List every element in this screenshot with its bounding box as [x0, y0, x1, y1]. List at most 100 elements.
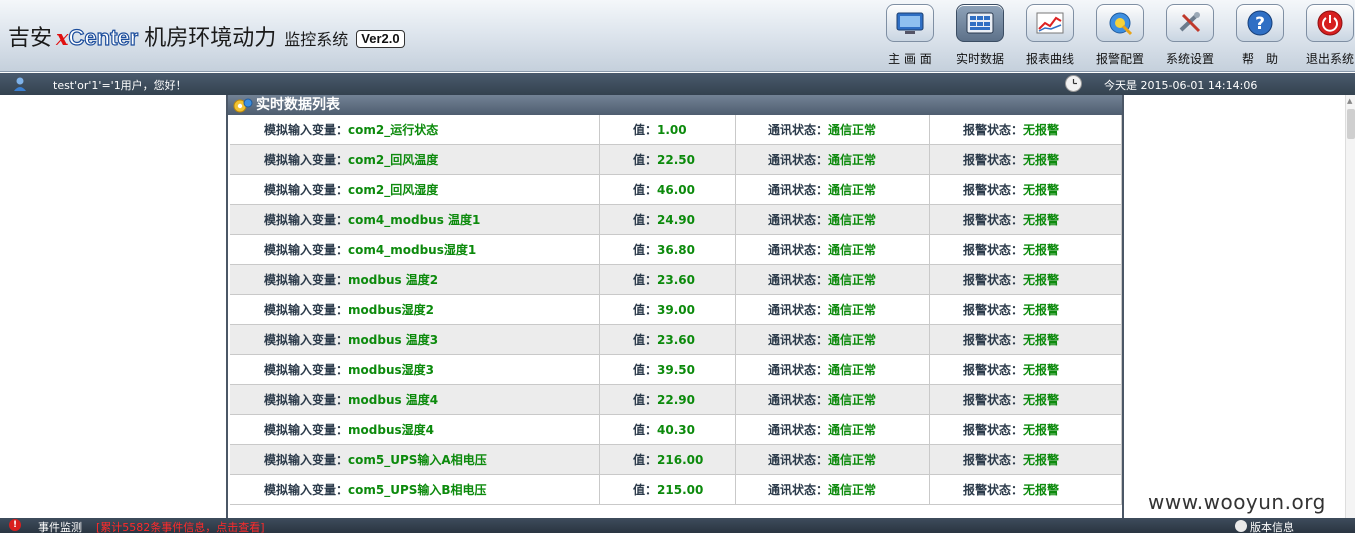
- brand-x: x: [56, 25, 69, 50]
- table-row: 模拟输入变量： modbus湿度2 值： 39.00 通讯状态： 通信正常 报警状态： 无报警: [230, 295, 1122, 325]
- alarm-status-cell: 报警状态： 无报警: [930, 295, 1122, 324]
- nav-exit-button[interactable]: 退出系统: [1299, 4, 1355, 70]
- comm-status-cell: 通讯状态： 通信正常: [736, 385, 930, 414]
- alarm-status-value: 无报警: [1023, 423, 1060, 437]
- value-text: 216.00: [657, 452, 704, 467]
- page-scrollbar[interactable]: ▲: [1345, 95, 1355, 518]
- alarm-status-cell: 报警状态： 无报警: [930, 445, 1122, 474]
- value-label: 值：: [633, 363, 658, 377]
- variable-name: com2_运行状态: [348, 123, 439, 137]
- comm-status-label: 通讯状态：: [768, 483, 829, 497]
- alarm-status-value: 无报警: [1023, 123, 1060, 137]
- value-text: 46.00: [657, 182, 695, 197]
- comm-status-label: 通讯状态：: [768, 153, 829, 167]
- value-label: 值：: [633, 333, 658, 347]
- variable-cell: 模拟输入变量： modbus 温度4: [230, 385, 600, 414]
- variable-name: modbus湿度4: [348, 423, 434, 437]
- nav-alarm-config-button[interactable]: 报警配置: [1089, 4, 1151, 70]
- value-cell: 值： 22.50: [600, 145, 736, 174]
- value-cell: 值： 40.30: [600, 415, 736, 444]
- alarm-status-label: 报警状态：: [963, 243, 1024, 257]
- variable-cell: 模拟输入变量： com4_modbus 温度1: [230, 205, 600, 234]
- nav-label: 报警配置: [1095, 52, 1144, 66]
- value-label: 值：: [633, 303, 658, 317]
- variable-label: 模拟输入变量：: [264, 243, 349, 257]
- comm-status-label: 通讯状态：: [768, 213, 829, 227]
- alarm-status-cell: 报警状态： 无报警: [930, 175, 1122, 204]
- nav-help-button[interactable]: ? 帮 助: [1229, 4, 1291, 70]
- variable-cell: 模拟输入变量： com5_UPS输入A相电压: [230, 445, 600, 474]
- nav-report-curve-button[interactable]: 报表曲线: [1019, 4, 1081, 70]
- table-row: 模拟输入变量： com5_UPS输入A相电压 值： 216.00 通讯状态： 通信正常 报警…: [230, 445, 1122, 475]
- alarm-status-label: 报警状态：: [963, 303, 1024, 317]
- comm-status-value: 通信正常: [828, 453, 877, 467]
- variable-cell: 模拟输入变量： modbus 温度2: [230, 265, 600, 294]
- table-row: 模拟输入变量： com5_UPS输入B相电压 值： 215.00 通讯状态： 通信正常 报警…: [230, 475, 1122, 505]
- nav-realtime-data-button[interactable]: 实时数据: [949, 4, 1011, 70]
- alarm-status-value: 无报警: [1023, 183, 1060, 197]
- alarm-status-label: 报警状态：: [963, 123, 1024, 137]
- alarm-status-label: 报警状态：: [963, 423, 1024, 437]
- scroll-up-icon[interactable]: ▲: [1347, 97, 1355, 105]
- table-row: 模拟输入变量： modbus湿度3 值： 39.50 通讯状态： 通信正常 报警状态： 无报警: [230, 355, 1122, 385]
- value-text: 23.60: [657, 272, 695, 287]
- comm-status-value: 通信正常: [828, 393, 877, 407]
- comm-status-value: 通信正常: [828, 303, 877, 317]
- variable-cell: 模拟输入变量： com4_modbus湿度1: [230, 235, 600, 264]
- value-cell: 值： 22.90: [600, 385, 736, 414]
- value-cell: 值： 39.00: [600, 295, 736, 324]
- brand-sub: 监控系统: [284, 30, 349, 49]
- alarm-status-cell: 报警状态： 无报警: [930, 415, 1122, 444]
- comm-status-value: 通信正常: [828, 273, 877, 287]
- tools-icon: [1166, 4, 1214, 42]
- panel-title: 实时数据列表: [256, 97, 340, 113]
- brand-center: Center: [68, 24, 139, 50]
- table-row: 模拟输入变量： com2_运行状态 值： 1.00 通讯状态： 通信正常 报警状态： 无报警: [230, 115, 1122, 145]
- variable-name: modbus湿度2: [348, 303, 434, 317]
- event-count-link[interactable]: [累计5582条事件信息，点击查看]: [96, 519, 265, 533]
- nav-system-settings-button[interactable]: 系统设置: [1159, 4, 1221, 70]
- variable-name: com4_modbus湿度1: [348, 243, 477, 257]
- comm-status-cell: 通讯状态： 通信正常: [736, 415, 930, 444]
- variable-label: 模拟输入变量：: [264, 273, 349, 287]
- variable-cell: 模拟输入变量： com5_UPS输入B相电压: [230, 475, 600, 504]
- value-text: 24.90: [657, 212, 695, 227]
- variable-name: modbus 温度4: [348, 393, 439, 407]
- value-cell: 值： 36.80: [600, 235, 736, 264]
- variable-name: com2_回风湿度: [348, 183, 439, 197]
- alarm-status-cell: 报警状态： 无报警: [930, 235, 1122, 264]
- version-info-link[interactable]: 版本信息: [1250, 519, 1294, 533]
- variable-name: com4_modbus 温度1: [348, 213, 481, 227]
- brand-title: 吉安 x Center 机房环境动力 监控系统 Ver2.0: [8, 20, 405, 51]
- alarm-status-value: 无报警: [1023, 363, 1060, 377]
- comm-status-value: 通信正常: [828, 213, 877, 227]
- variable-name: modbus湿度3: [348, 363, 434, 377]
- variable-name: com5_UPS输入B相电压: [348, 483, 487, 497]
- nav-label: 退出系统: [1305, 52, 1354, 66]
- alarm-status-value: 无报警: [1023, 153, 1060, 167]
- variable-cell: 模拟输入变量： com2_回风湿度: [230, 175, 600, 204]
- comm-status-cell: 通讯状态： 通信正常: [736, 325, 930, 354]
- nav-label: 主 画 面: [888, 52, 932, 66]
- alarm-status-value: 无报警: [1023, 243, 1060, 257]
- variable-cell: 模拟输入变量： modbus湿度2: [230, 295, 600, 324]
- table-row: 模拟输入变量： modbus 温度2 值： 23.60 通讯状态： 通信正常 报警状态： 无报…: [230, 265, 1122, 295]
- value-label: 值：: [633, 213, 658, 227]
- app-header: 吉安 x Center 机房环境动力 监控系统 Ver2.0 主 画 面 实时数…: [0, 0, 1355, 72]
- user-greeting: test'or'1'='1用户，您好！: [53, 79, 187, 92]
- variable-name: com5_UPS输入A相电压: [348, 453, 487, 467]
- scroll-thumb[interactable]: [1347, 109, 1355, 139]
- comm-status-value: 通信正常: [828, 423, 877, 437]
- variable-label: 模拟输入变量：: [264, 453, 349, 467]
- alarm-status-label: 报警状态：: [963, 183, 1024, 197]
- comm-status-cell: 通讯状态： 通信正常: [736, 355, 930, 384]
- alarm-status-value: 无报警: [1023, 333, 1060, 347]
- nav-main-screen-button[interactable]: 主 画 面: [879, 4, 941, 70]
- comm-status-cell: 通讯状态： 通信正常: [736, 145, 930, 174]
- comm-status-label: 通讯状态：: [768, 333, 829, 347]
- value-text: 1.00: [657, 122, 687, 137]
- value-label: 值：: [633, 243, 658, 257]
- comm-status-label: 通讯状态：: [768, 123, 829, 137]
- alarm-status-cell: 报警状态： 无报警: [930, 325, 1122, 354]
- value-text: 40.30: [657, 422, 695, 437]
